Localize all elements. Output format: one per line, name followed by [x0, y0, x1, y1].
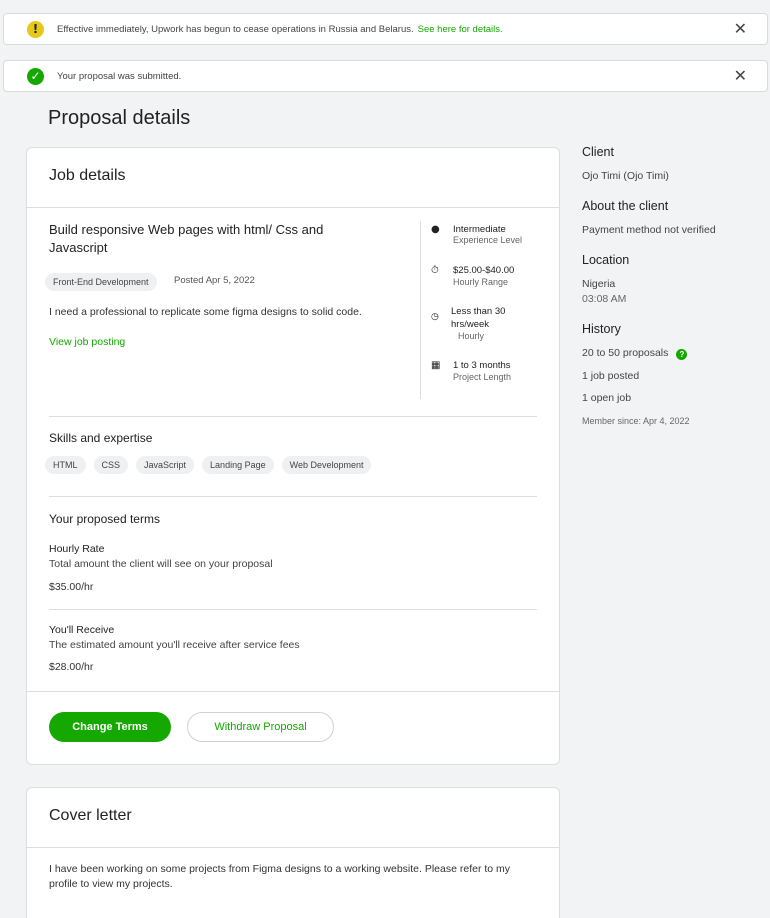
- view-job-posting-link[interactable]: View job posting: [49, 336, 125, 348]
- help-icon[interactable]: ?: [676, 349, 688, 360]
- hourly-rate-value: $35.00/hr: [49, 581, 94, 593]
- warning-icon: !: [27, 20, 44, 38]
- brain-icon: ●: [431, 224, 440, 235]
- jobs-posted: 1 job posted: [582, 370, 640, 382]
- client-local-time: 03:08 AM: [582, 293, 627, 305]
- withdraw-proposal-button[interactable]: Withdraw Proposal: [187, 712, 334, 742]
- skills-heading: Skills and expertise: [49, 431, 153, 445]
- success-banner: ✓ Your proposal was submitted. ✕: [3, 60, 768, 92]
- location-heading: Location: [582, 253, 630, 267]
- proposals-text: 20 to 50 proposals: [582, 347, 669, 359]
- client-country: Nigeria: [582, 278, 616, 290]
- divider: [27, 691, 559, 692]
- experience-label: Experience Level: [453, 235, 523, 245]
- skill-tag[interactable]: Web Development: [281, 456, 372, 474]
- skill-tag[interactable]: HTML: [45, 456, 86, 474]
- receive-label: You'll Receive: [49, 624, 115, 636]
- page-title: Proposal details: [48, 107, 191, 129]
- client-name: Ojo Timi (Ojo Timi): [582, 170, 669, 182]
- category-tag[interactable]: Front-End Development: [45, 273, 157, 291]
- close-icon[interactable]: ✕: [734, 67, 747, 85]
- hourly-range-label: Hourly Range: [453, 277, 509, 287]
- hourly-rate-description: Total amount the client will see on your…: [49, 558, 273, 570]
- hourly-rate-label: Hourly Rate: [49, 543, 105, 555]
- close-icon[interactable]: ✕: [734, 20, 747, 38]
- divider: [49, 416, 537, 417]
- hourly-range-value: $25.00-$40.00: [453, 265, 515, 276]
- skill-tag[interactable]: Landing Page: [202, 456, 274, 474]
- divider: [27, 847, 559, 848]
- proposals-count: 20 to 50 proposals?: [582, 347, 688, 360]
- divider: [49, 609, 537, 610]
- details-link[interactable]: See here for details.: [418, 24, 503, 35]
- success-text: Your proposal was submitted.: [57, 70, 182, 82]
- job-description: I need a professional to replicate some …: [49, 306, 362, 318]
- posted-date: Posted Apr 5, 2022: [174, 275, 255, 286]
- job-details-card: Job details Build responsive Web pages w…: [26, 147, 560, 765]
- hours-label: Hourly: [458, 331, 485, 341]
- hours-value: Less than 30: [451, 306, 506, 317]
- notice-banner: ! Effective immediately, Upwork has begu…: [3, 13, 768, 45]
- skills-list: HTML CSS JavaScript Landing Page Web Dev…: [45, 456, 372, 474]
- stopwatch-icon: ⏱: [431, 265, 439, 276]
- card-title: Job details: [49, 167, 126, 184]
- open-jobs: 1 open job: [582, 392, 632, 404]
- project-length-label: Project Length: [453, 372, 512, 382]
- cover-letter-card: Cover letter I have been working on some…: [26, 787, 560, 918]
- cover-letter-text: I have been working on some projects fro…: [49, 863, 511, 890]
- history-heading: History: [582, 322, 621, 336]
- client-heading: Client: [582, 145, 614, 159]
- change-terms-button[interactable]: Change Terms: [49, 712, 171, 742]
- receive-description: The estimated amount you'll receive afte…: [49, 639, 300, 651]
- divider: [27, 207, 559, 208]
- notice-text: Effective immediately, Upwork has begun …: [57, 23, 414, 35]
- payment-status: Payment method not verified: [582, 224, 716, 236]
- check-circle-icon: ✓: [27, 67, 44, 85]
- member-since: Member since: Apr 4, 2022: [582, 416, 690, 426]
- project-length-value: 1 to 3 months: [453, 360, 511, 371]
- calendar-icon: ▦: [431, 360, 441, 371]
- skill-tag[interactable]: CSS: [93, 456, 129, 474]
- terms-heading: Your proposed terms: [49, 512, 160, 526]
- divider: [49, 496, 537, 497]
- job-title: Build responsive Web pages with html/ Cs…: [49, 222, 324, 255]
- skill-tag[interactable]: JavaScript: [136, 456, 195, 474]
- receive-value: $28.00/hr: [49, 661, 94, 673]
- hours-value-line2: hrs/week: [451, 319, 490, 330]
- card-title: Cover letter: [49, 807, 132, 824]
- clock-icon: ◷: [431, 312, 439, 322]
- about-client-heading: About the client: [582, 199, 669, 213]
- vertical-divider: [420, 221, 421, 399]
